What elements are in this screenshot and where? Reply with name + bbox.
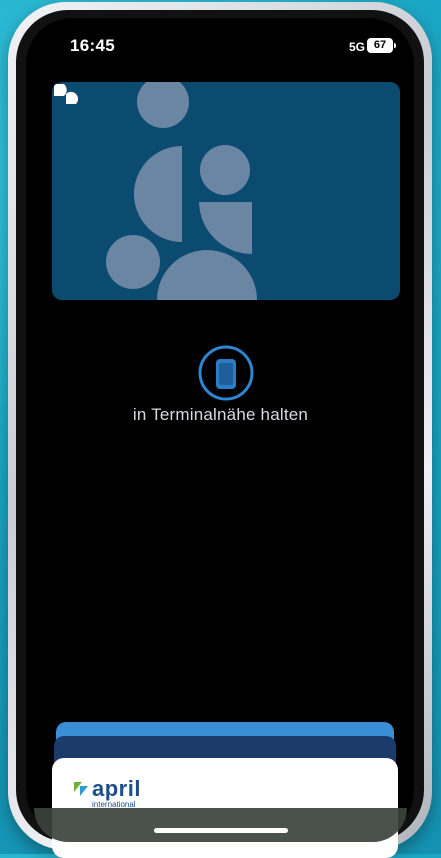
card-artwork <box>106 82 257 300</box>
network-indicator: 5G <box>348 40 365 54</box>
april-brand-text: april <box>92 776 141 801</box>
april-logo-icon <box>74 782 88 796</box>
card-brand-icon <box>54 84 78 104</box>
phone-nfc-icon <box>198 345 254 401</box>
hold-near-terminal-text: in Terminalnähe halten <box>132 405 309 424</box>
payment-card[interactable] <box>52 82 400 300</box>
bottom-overlay <box>34 808 407 842</box>
home-indicator[interactable] <box>154 828 288 833</box>
battery-indicator: 67 <box>367 38 396 53</box>
status-time: 16:45 <box>70 36 115 55</box>
